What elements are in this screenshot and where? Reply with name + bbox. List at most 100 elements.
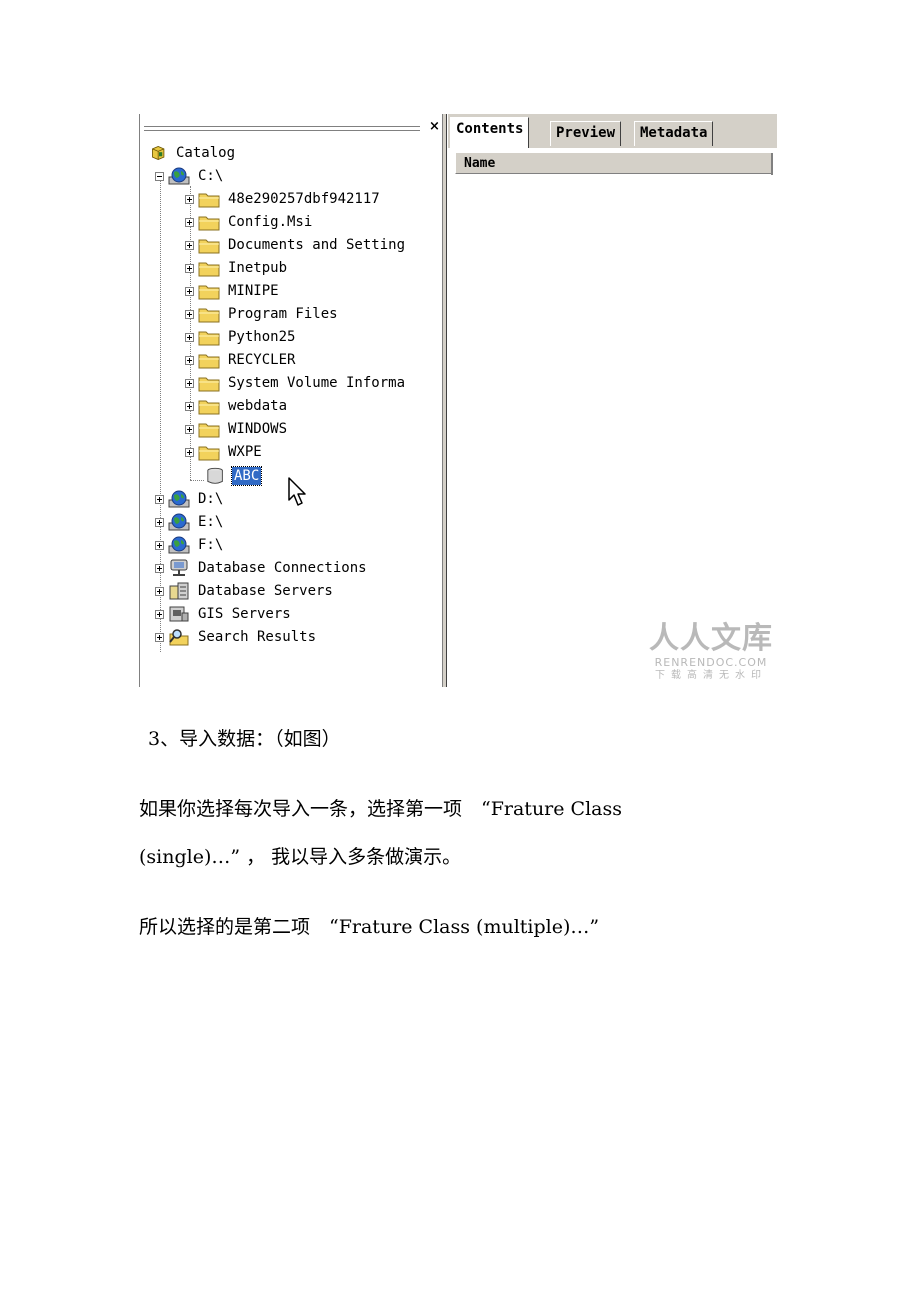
tree-item-folder[interactable]: WXPE: [185, 441, 264, 463]
folder-icon: [198, 400, 220, 415]
arccatalog-screenshot: × Catalog C:\ 48e290257dbf942117 Config.…: [139, 114, 777, 687]
expand-icon[interactable]: [185, 217, 194, 227]
tree-item-label: WINDOWS: [228, 421, 288, 437]
folder-icon: [198, 285, 220, 300]
pane-grip[interactable]: [144, 123, 420, 131]
tree-item-folder[interactable]: Config.Msi: [185, 211, 314, 233]
step-heading: 3、导入数据：（如图）: [148, 728, 341, 750]
expand-icon[interactable]: [155, 494, 164, 504]
tree-item-label: WXPE: [228, 444, 262, 460]
watermark: 人人文库 RENRENDOC.COM 下载高清无水印: [646, 622, 776, 683]
expand-icon[interactable]: [185, 240, 194, 250]
tree-item-folder[interactable]: Documents and Setting: [185, 234, 407, 256]
expand-icon[interactable]: [185, 263, 194, 273]
expand-icon[interactable]: [185, 378, 194, 388]
watermark-url: RENRENDOC.COM: [654, 656, 768, 669]
expand-icon[interactable]: [185, 286, 194, 296]
expand-icon[interactable]: [185, 401, 194, 411]
database-servers-icon: [169, 582, 189, 600]
tab-metadata[interactable]: Metadata: [634, 121, 714, 146]
gis-servers-icon: [169, 606, 189, 622]
tree-item-label: Search Results: [198, 629, 317, 645]
tree-item-folder[interactable]: 48e290257dbf942117: [185, 188, 382, 210]
folder-icon: [198, 193, 220, 208]
tree-item-e-drive[interactable]: E:\: [155, 511, 225, 533]
tree-item-label: D:\: [198, 491, 224, 507]
tree-item-label: Inetpub: [228, 260, 288, 276]
tab-bar: Contents Preview Metadata: [448, 114, 777, 149]
paragraph-line: 所以选择的是第二项 “Frature Class (multiple)…”: [139, 916, 600, 938]
tab-preview[interactable]: Preview: [550, 121, 622, 146]
watermark-subtitle: 下载高清无水印: [655, 670, 767, 681]
expand-icon[interactable]: [155, 632, 164, 642]
tree-item-search-results[interactable]: Search Results: [155, 626, 318, 648]
folder-icon: [198, 239, 220, 254]
drive-globe-icon: [168, 513, 190, 531]
tree-item-label: C:\: [198, 168, 224, 184]
folder-icon: [198, 331, 220, 346]
tree-item-catalog[interactable]: Catalog: [150, 142, 237, 164]
search-results-icon: [169, 629, 189, 646]
drive-globe-icon: [168, 490, 190, 508]
tree-item-c-drive[interactable]: C:\: [155, 165, 225, 187]
folder-icon: [198, 262, 220, 277]
tree-item-label: ABC: [230, 466, 263, 486]
expand-icon[interactable]: [155, 540, 164, 550]
tree-item-label: Config.Msi: [228, 214, 313, 230]
tree-item-folder[interactable]: webdata: [185, 395, 289, 417]
folder-icon: [198, 446, 220, 461]
tree-item-folder[interactable]: MINIPE: [185, 280, 281, 302]
folder-icon: [198, 354, 220, 369]
tree-item-label: Catalog: [176, 145, 236, 161]
expand-icon[interactable]: [185, 309, 194, 319]
tree-item-folder[interactable]: Program Files: [185, 303, 340, 325]
contents-pane: Contents Preview Metadata Name: [448, 114, 777, 687]
tree-item-folder[interactable]: WINDOWS: [185, 418, 289, 440]
folder-icon: [198, 423, 220, 438]
paragraph-line: 如果你选择每次导入一条，选择第一项 “Frature Class: [139, 798, 622, 820]
tree-item-label: F:\: [198, 537, 224, 553]
folder-icon: [198, 308, 220, 323]
tab-contents[interactable]: Contents: [450, 117, 530, 148]
database-icon: [207, 467, 223, 484]
expand-icon[interactable]: [185, 332, 194, 342]
expand-icon[interactable]: [185, 194, 194, 204]
tree-item-f-drive[interactable]: F:\: [155, 534, 225, 556]
expand-icon[interactable]: [155, 609, 164, 619]
tree-item-label: webdata: [228, 398, 288, 414]
tree-item-folder[interactable]: System Volume Informa: [185, 372, 407, 394]
tree-item-d-drive[interactable]: D:\: [155, 488, 225, 510]
tree-item-folder[interactable]: RECYCLER: [185, 349, 297, 371]
tree-item-label: E:\: [198, 514, 224, 530]
tree-item-label: Database Connections: [198, 560, 367, 576]
catalog-icon: [152, 146, 165, 160]
mouse-cursor-icon: [288, 477, 306, 506]
expand-icon[interactable]: [155, 517, 164, 527]
pane-splitter[interactable]: [442, 114, 447, 687]
folder-icon: [198, 377, 220, 392]
tree-item-database-servers[interactable]: Database Servers: [155, 580, 335, 602]
expand-icon[interactable]: [185, 447, 194, 457]
expand-icon[interactable]: [185, 424, 194, 434]
collapse-icon[interactable]: [155, 171, 164, 181]
tree-item-label: System Volume Informa: [228, 375, 406, 391]
tree-item-abc-database[interactable]: ABC: [206, 465, 263, 487]
drive-globe-icon: [168, 167, 190, 185]
expand-icon[interactable]: [155, 586, 164, 596]
tree-item-gis-servers[interactable]: GIS Servers: [155, 603, 293, 625]
tree-item-label: RECYCLER: [228, 352, 296, 368]
watermark-logo-text: 人人文库: [649, 621, 773, 656]
expand-icon[interactable]: [185, 355, 194, 365]
database-connections-icon: [170, 559, 188, 576]
close-icon[interactable]: ×: [427, 120, 442, 134]
drive-globe-icon: [168, 536, 190, 554]
tree-item-label: Python25: [228, 329, 296, 345]
tree-item-label: Database Servers: [198, 583, 333, 599]
expand-icon[interactable]: [155, 563, 164, 573]
catalog-tree-pane: × Catalog C:\ 48e290257dbf942117 Config.…: [140, 114, 447, 687]
tree-item-folder[interactable]: Inetpub: [185, 257, 289, 279]
folder-icon: [198, 216, 220, 231]
tree-item-database-connections[interactable]: Database Connections: [155, 557, 369, 579]
tree-item-folder[interactable]: Python25: [185, 326, 297, 348]
column-header-name[interactable]: Name: [455, 152, 773, 175]
